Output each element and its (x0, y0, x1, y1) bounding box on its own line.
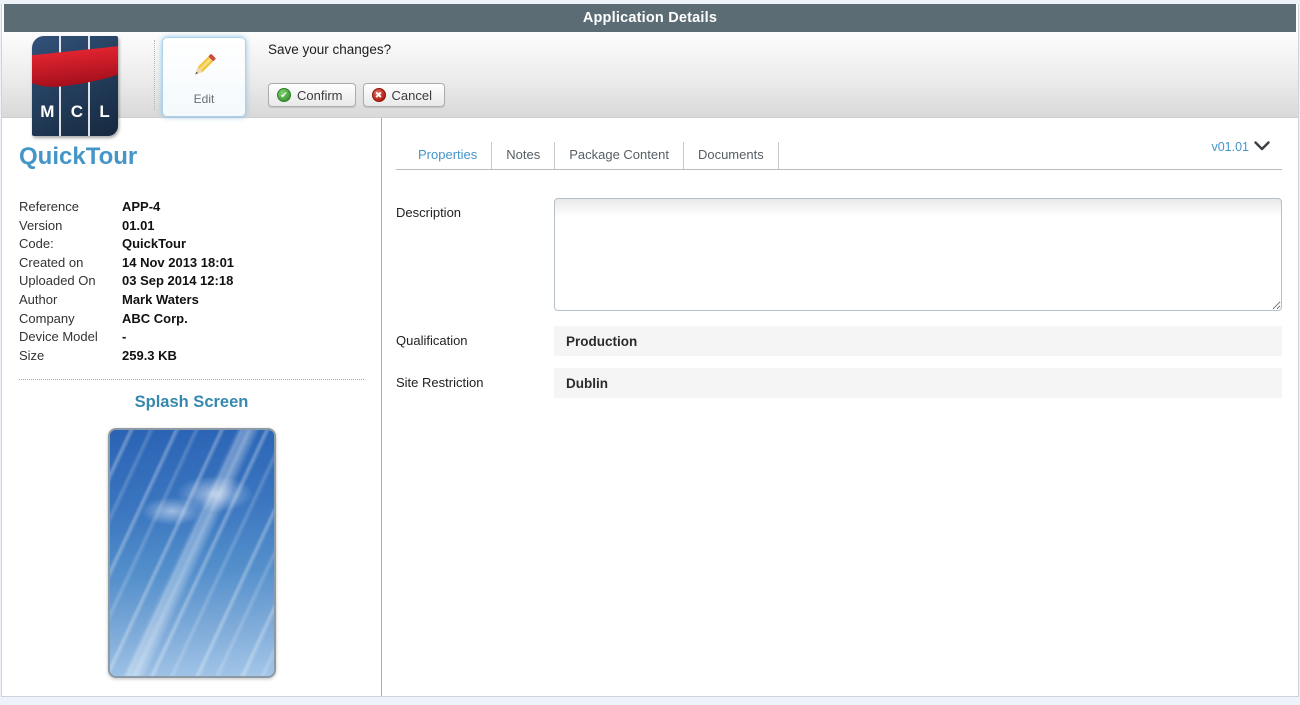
titlebar: Application Details (4, 4, 1296, 32)
application-details-window: Application Details M C L Edit Save your… (1, 4, 1299, 697)
save-prompt-text: Save your changes? (268, 42, 392, 57)
description-row: Description (396, 198, 1282, 311)
application-summary-panel: QuickTour Reference APP-4 Version 01.01 … (2, 118, 381, 696)
tab-properties[interactable]: Properties (404, 142, 493, 169)
site-restriction-label: Site Restriction (396, 375, 484, 390)
content-area: QuickTour Reference APP-4 Version 01.01 … (2, 118, 1298, 696)
property-row: Device Model - (19, 329, 127, 345)
cancel-x-icon: ✖ (371, 88, 386, 102)
section-divider (19, 379, 364, 381)
tab-package-content[interactable]: Package Content (555, 142, 684, 169)
property-row: Version 01.01 (19, 217, 155, 233)
property-row: Company ABC Corp. (19, 310, 188, 326)
logo-letters: M C L (40, 102, 110, 121)
property-row: Author Mark Waters (19, 291, 199, 307)
qualification-label: Qualification (396, 333, 468, 348)
tab-notes[interactable]: Notes (492, 142, 556, 169)
edit-button[interactable]: Edit (162, 37, 246, 117)
cancel-button-label: Cancel (391, 87, 432, 103)
description-textarea[interactable] (554, 198, 1282, 311)
site-restriction-row: Site Restriction Dublin (396, 368, 1282, 398)
confirm-check-icon: ✔ (277, 88, 291, 102)
qualification-row: Qualification Production (396, 326, 1282, 356)
chevron-down-icon (1254, 138, 1270, 156)
toolbar: M C L Edit Save your changes? ✔ Confirm … (2, 32, 1298, 136)
cancel-button[interactable]: ✖ Cancel (362, 83, 445, 107)
property-row: Code: QuickTour (19, 236, 187, 252)
version-label: v01.01 (1211, 140, 1249, 154)
properties-form: Description Qualification Production Sit… (396, 170, 1282, 398)
save-prompt-group: Save your changes? ✔ Confirm ✖ Cancel (268, 32, 445, 107)
splash-screen-image (108, 428, 276, 679)
logo-red-swoosh (32, 43, 118, 91)
mcl-logo: M C L (32, 36, 118, 136)
confirm-button-label: Confirm (297, 87, 343, 103)
version-selector[interactable]: v01.01 (1211, 138, 1270, 156)
tab-documents[interactable]: Documents (684, 142, 779, 169)
property-row: Reference APP-4 (19, 199, 161, 214)
property-row: Size 259.3 KB (19, 347, 177, 363)
site-restriction-value: Dublin (554, 368, 1282, 398)
description-label: Description (396, 205, 462, 220)
application-name: QuickTour (19, 143, 138, 170)
edit-button-label: Edit (193, 91, 215, 106)
confirm-button[interactable]: ✔ Confirm (268, 83, 356, 107)
property-row: Created on 14 Nov 2013 18:01 (19, 254, 235, 270)
property-row: Uploaded On 03 Sep 2014 12:18 (19, 273, 234, 289)
application-properties-list: Reference APP-4 Version 01.01 Code: Quic… (19, 198, 381, 365)
details-panel: Properties Notes Package Content Documen… (381, 118, 1298, 696)
qualification-value: Production (554, 326, 1282, 356)
pencil-icon (188, 49, 220, 84)
splash-screen-heading: Splash Screen (134, 393, 249, 412)
page-title: Application Details (582, 10, 718, 26)
toolbar-separator (154, 40, 155, 110)
tab-bar: Properties Notes Package Content Documen… (396, 140, 1282, 170)
